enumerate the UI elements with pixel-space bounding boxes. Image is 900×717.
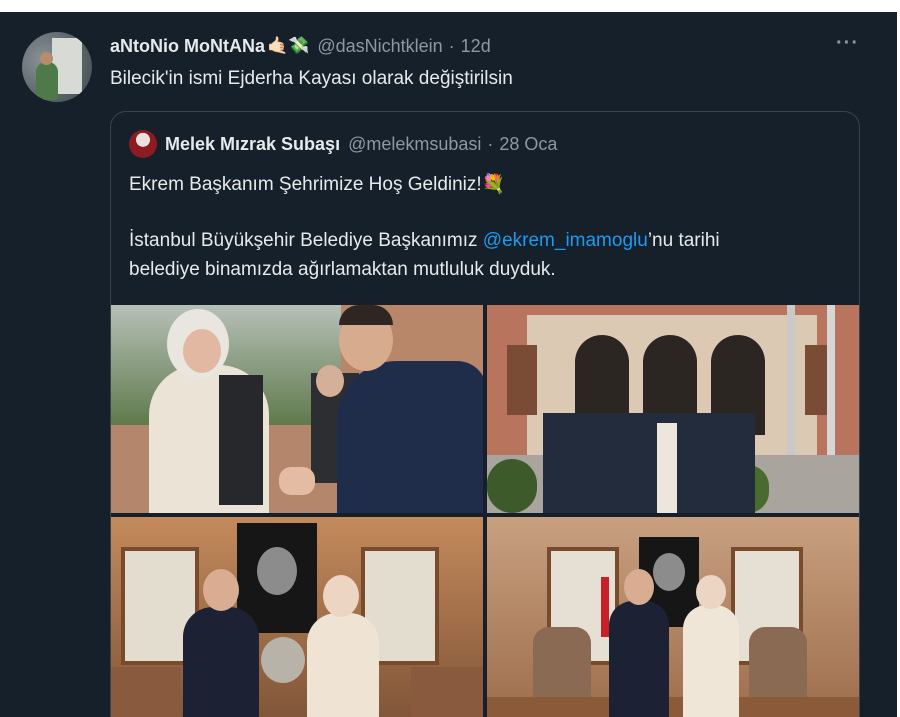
media-grid bbox=[111, 305, 859, 717]
quote-author-name[interactable]: Melek Mızrak Subaşı bbox=[165, 134, 340, 155]
author-handle[interactable]: @dasNichtklein bbox=[317, 36, 442, 57]
quote-text-line1: Ekrem Başkanım Şehrimize Hoş Geldiniz!💐 bbox=[129, 174, 506, 195]
photo-indoor-2[interactable] bbox=[487, 517, 859, 717]
quote-timestamp[interactable]: 28 Oca bbox=[499, 134, 557, 155]
quote-separator-dot: · bbox=[487, 133, 494, 154]
quote-text-line2: İstanbul Büyükşehir Belediye Başkanımız … bbox=[129, 230, 720, 252]
timeline-frame: aNtoNio MoNtANa 🤙🏻💸 @dasNichtklein · 12d… bbox=[0, 12, 897, 717]
quote-author-handle[interactable]: @melekmsubasi bbox=[348, 134, 481, 155]
mention-link[interactable]: @ekrem_imamoglu bbox=[483, 230, 648, 251]
photo-indoor-1[interactable] bbox=[111, 517, 483, 717]
quote-text-line3: belediye binamızda ağırlamaktan mutluluk… bbox=[129, 259, 556, 280]
quote-author-avatar[interactable] bbox=[129, 130, 157, 158]
tweet-header: aNtoNio MoNtANa 🤙🏻💸 @dasNichtklein · 12d bbox=[110, 34, 491, 58]
more-horizontal-icon[interactable]: ··· bbox=[836, 32, 859, 55]
photo-group[interactable] bbox=[487, 305, 859, 513]
author-emoji: 🤙🏻💸 bbox=[267, 36, 310, 55]
quoted-tweet[interactable]: Melek Mızrak Subaşı @melekmsubasi · 28 O… bbox=[110, 111, 860, 717]
avatar-head bbox=[40, 52, 53, 65]
avatar-person bbox=[36, 62, 58, 100]
quote-text-line2-end: ’nu tarihi bbox=[647, 230, 720, 251]
author-name[interactable]: aNtoNio MoNtANa bbox=[110, 36, 265, 57]
quote-text-line2-start: İstanbul Büyükşehir Belediye Başkanımız bbox=[129, 230, 483, 251]
tweet-text: Bilecik'in ismi Ejderha Kayası olarak de… bbox=[110, 68, 513, 89]
author-avatar[interactable] bbox=[22, 32, 92, 102]
quote-header: Melek Mızrak Subaşı @melekmsubasi · 28 O… bbox=[129, 130, 557, 158]
separator-dot: · bbox=[448, 35, 455, 56]
photo-handshake[interactable] bbox=[111, 305, 483, 513]
tweet-timestamp[interactable]: 12d bbox=[461, 36, 491, 57]
